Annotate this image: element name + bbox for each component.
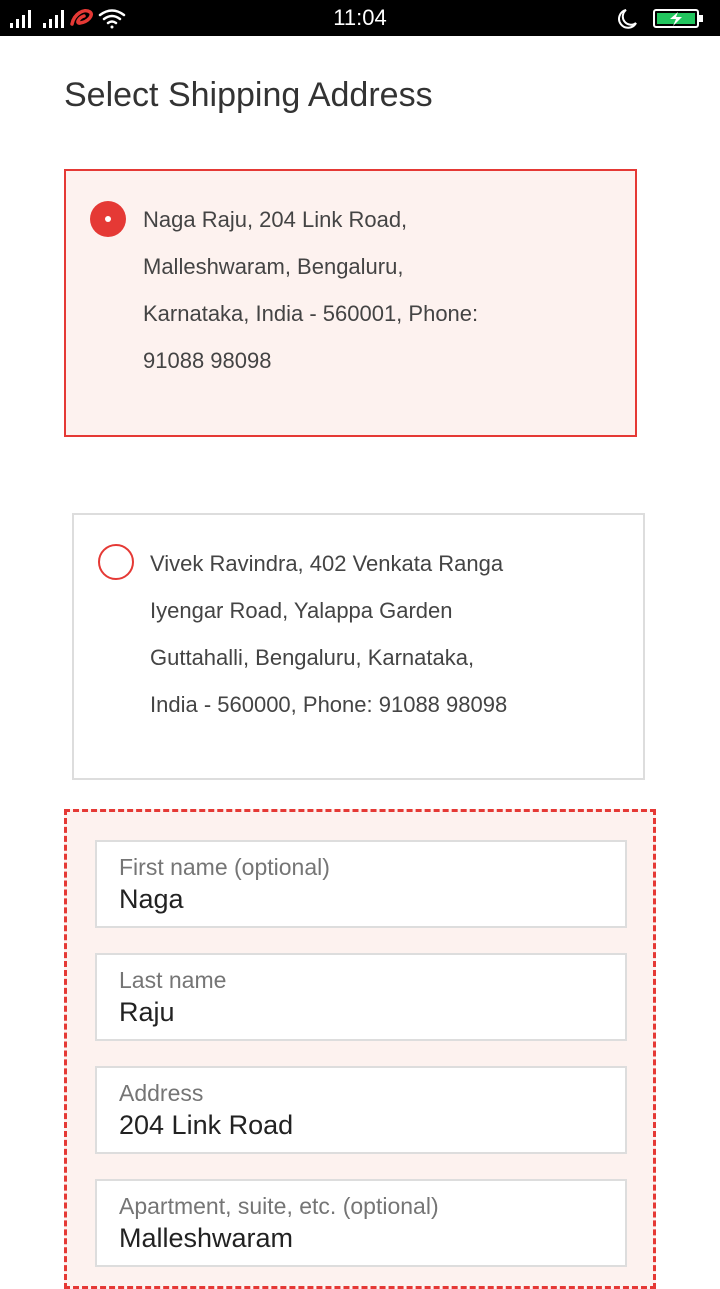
address-form: First name (optional) Naga Last name Raj… [64, 809, 656, 1289]
address-option-2[interactable]: Vivek Ravindra, 402 Venkata Ranga Iyenga… [72, 513, 645, 780]
battery-charging-icon [653, 9, 703, 28]
address-text: Naga Raju, 204 Link Road, Malleshwaram, … [143, 196, 478, 384]
address-line: Karnataka, India - 560001, Phone: [143, 301, 479, 326]
moon-icon [618, 9, 637, 29]
address-line: 91088 98098 [143, 348, 272, 373]
last-name-field[interactable]: Last name Raju [95, 953, 627, 1041]
radio-unselected-icon[interactable] [98, 544, 134, 580]
status-icons-right [618, 9, 703, 29]
field-label: First name (optional) [119, 854, 330, 880]
address-line: Iyengar Road, Yalappa Garden [150, 598, 453, 623]
field-value[interactable]: 204 Link Road [119, 1110, 293, 1141]
address-field[interactable]: Address 204 Link Road [95, 1066, 627, 1154]
field-value[interactable]: Malleshwaram [119, 1223, 293, 1254]
address-line: Naga Raju, 204 Link Road, [143, 207, 408, 232]
address-text: Vivek Ravindra, 402 Venkata Ranga Iyenga… [150, 540, 507, 728]
field-value[interactable]: Naga [119, 884, 184, 915]
field-label: Last name [119, 967, 227, 993]
radio-selected-icon[interactable] [90, 201, 126, 237]
status-time: 11:04 [333, 5, 387, 30]
field-label: Address [119, 1080, 204, 1106]
address-line: India - 560000, Phone: 91088 98098 [150, 692, 508, 717]
field-label: Apartment, suite, etc. (optional) [119, 1193, 439, 1219]
address-option-1[interactable]: Naga Raju, 204 Link Road, Malleshwaram, … [64, 169, 637, 437]
apartment-field[interactable]: Apartment, suite, etc. (optional) Malles… [95, 1179, 627, 1267]
status-bar: 11:04 [0, 0, 720, 36]
first-name-field[interactable]: First name (optional) Naga [95, 840, 627, 928]
address-line: Vivek Ravindra, 402 Venkata Ranga [150, 551, 504, 576]
field-value[interactable]: Raju [119, 997, 175, 1028]
page-title: Select Shipping Address [64, 76, 433, 114]
address-line: Malleshwaram, Bengaluru, [143, 254, 404, 279]
address-line: Guttahalli, Bengaluru, Karnataka, [150, 645, 475, 670]
